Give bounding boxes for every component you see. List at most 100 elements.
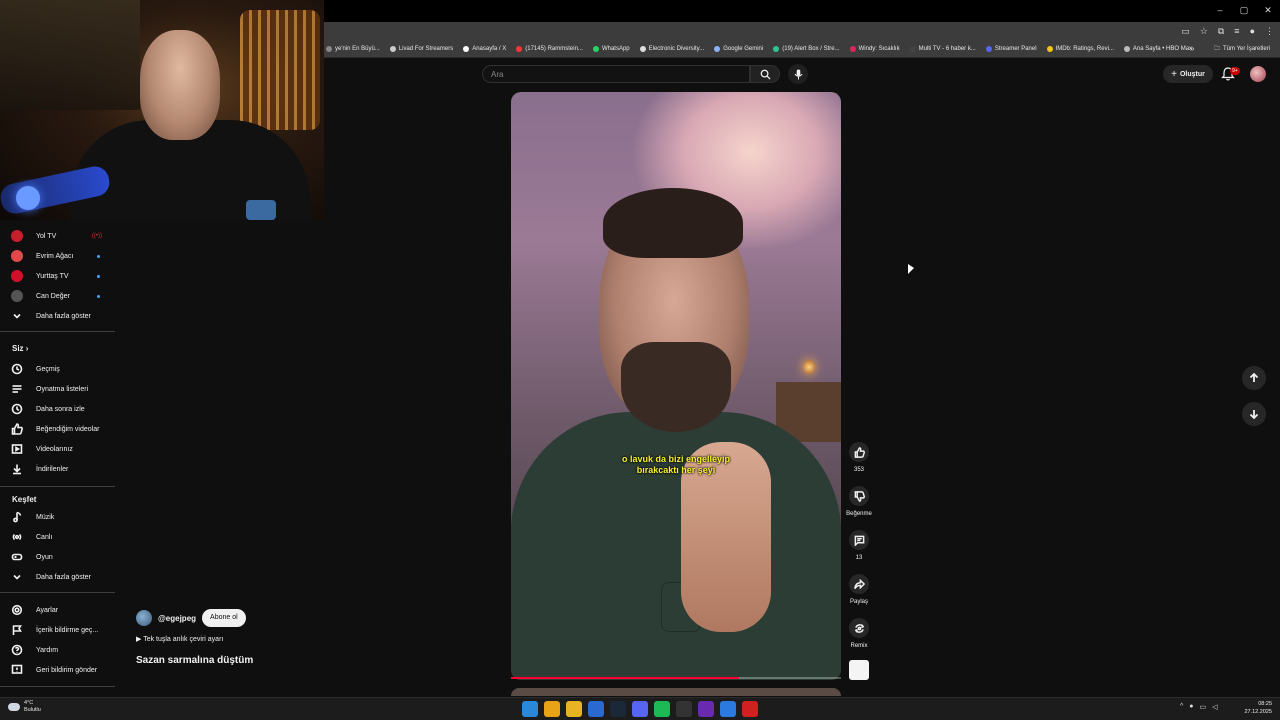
taskbar-app-blue-icon[interactable] [588,701,604,717]
taskbar-app-blue-2-icon[interactable] [720,701,736,717]
bookmark-item[interactable]: Streamer Panel [985,46,1037,52]
menu-icon[interactable]: ⋮ [1265,25,1274,37]
weather-widget[interactable]: 4°C Bulutlu [8,700,41,714]
bookmark-item[interactable]: Anasayfa / X [463,46,506,52]
bookmark-label: Streamer Panel [994,46,1037,52]
dislike-action[interactable]: Beğenme [846,486,872,517]
next-short-button[interactable] [1242,402,1266,426]
search-input[interactable]: Ara [482,65,750,83]
like-action[interactable]: 353 [847,442,871,473]
sidebar-item[interactable]: İçerik bildirme geç... [10,620,120,640]
star-icon[interactable]: ☆ [1200,25,1208,37]
tray-mic-icon[interactable]: ● [1189,703,1193,711]
minimize-button[interactable]: – [1208,0,1232,20]
sidebar-item[interactable]: Yurttaş TV [10,266,120,286]
comments-button[interactable] [849,530,869,550]
short-title[interactable]: Sazan sarmalına düştüm [136,655,253,666]
taskbar-chrome-icon[interactable] [544,701,560,717]
account-avatar[interactable] [1250,66,1266,82]
sidebar-item[interactable]: Geçmiş [10,359,120,379]
extensions-icon[interactable]: ⧉ [1218,25,1224,37]
bookmark-label: WhatsApp [601,46,630,52]
taskbar-clock[interactable]: 08:25 27.12.2025 [1238,700,1272,716]
bookmark-item[interactable]: Livad For Streamers [389,46,453,52]
sidebar-item[interactable]: Canlı [10,527,120,547]
voice-search-button[interactable] [788,64,808,84]
taskbar-spotify-icon[interactable] [654,701,670,717]
bookmark-item[interactable]: Windy: Sıcaklık [849,46,900,52]
bookmark-item[interactable]: Electronic Diversity... [639,46,704,52]
bookmark-item[interactable]: ye'nin En Büyü... [326,46,380,52]
sidebar-item-label: İçerik bildirme geç... [36,626,99,634]
search-button[interactable] [750,65,780,83]
taskbar-recorder-icon[interactable] [742,701,758,717]
bookmark-favicon-icon [326,46,332,52]
tray-overflow-icon[interactable]: ^ [1180,703,1183,711]
sidebar-item[interactable]: İndirilenler [10,459,120,479]
tray-volume-icon[interactable]: ◁ [1212,703,1217,711]
channel-avatar[interactable] [136,610,152,626]
all-bookmarks-button[interactable]: 🗀 Tüm Yer İşaretleri [1214,40,1270,58]
close-button[interactable]: ✕ [1256,0,1280,20]
share-button[interactable] [849,574,869,594]
sidebar-item[interactable]: Müzik [10,507,120,527]
sidebar-item[interactable]: Daha fazla göster [10,567,120,587]
live-icon [10,530,24,544]
taskbar-kick-icon[interactable] [698,701,714,717]
tray-network-icon[interactable]: ▭ [1200,703,1207,711]
sidebar-item[interactable]: Daha fazla göster [10,306,120,326]
previous-short-button[interactable] [1242,366,1266,390]
comment-icon [854,535,864,546]
cast-icon[interactable]: ▭ [1181,25,1190,37]
sidebar-item[interactable]: Evrim Ağacı [10,246,120,266]
taskbar-calculator-icon[interactable] [676,701,692,717]
bookmark-item[interactable]: WhatsApp [592,46,630,52]
bookmark-item[interactable]: Ana Sayfa • HBO Max [1123,46,1192,52]
share-action[interactable]: Paylaş [847,574,871,605]
sidebar-item[interactable]: Daha sonra izle [10,399,120,419]
taskbar-explorer-icon[interactable] [566,701,582,717]
bookmark-item[interactable]: (19) Alert Box / Stre... [773,46,840,52]
taskbar-steam-icon[interactable] [610,701,626,717]
sidebar-item[interactable]: Beğendiğim videolar [10,419,120,439]
media-icon[interactable]: ≡ [1234,25,1239,37]
like-button[interactable] [849,442,869,462]
taskbar-discord-icon[interactable] [632,701,648,717]
sidebar-item[interactable]: Videolarınız [10,439,120,459]
search-placeholder: Ara [491,70,504,79]
bookmarks-more-button[interactable]: » [1190,44,1194,53]
bookmark-label: (17145) Rammstein... [525,46,583,52]
subscribe-button[interactable]: Abone ol [202,609,246,627]
arrow-down-icon [1249,410,1259,419]
sidebar-item[interactable]: Geri bildirim gönder [10,660,120,680]
create-button[interactable]: + Oluştur [1163,65,1213,83]
translate-link[interactable]: ▶ Tek tuşla anlık çeviri ayarı [136,635,223,643]
bookmark-item[interactable]: Google Gemini [714,46,763,52]
taskbar-start-icon[interactable] [522,701,538,717]
video-progress-bar[interactable] [511,677,841,679]
bookmark-item[interactable]: Multi TV - 6 haber k... [909,46,976,52]
sidebar-item[interactable]: Yol TV ((•)) [10,226,120,246]
short-video-player[interactable]: o lavuk da bizi engelleyip bırakcaktı he… [511,92,841,680]
sidebar-divider [0,486,115,487]
explore-heading: Keşfet [12,495,37,504]
downloads-icon [10,462,24,476]
history-icon [10,362,24,376]
remix-action[interactable]: Remix [847,618,871,649]
you-heading[interactable]: Siz › [12,344,28,353]
bookmark-item[interactable]: IMDb: Ratings, Revi... [1046,46,1114,52]
maximize-button[interactable]: ▢ [1232,0,1256,20]
bookmark-item[interactable]: (17145) Rammstein... [516,46,583,52]
dislike-button[interactable] [849,486,869,506]
chevron-down-icon [10,570,24,584]
sidebar-item[interactable]: Oyun [10,547,120,567]
sidebar-item[interactable]: Yardım [10,640,120,660]
remix-button[interactable] [849,618,869,638]
comments-action[interactable]: 13 [847,530,871,561]
profile-icon[interactable]: ● [1250,25,1255,37]
sidebar-item[interactable]: Ayarlar [10,600,120,620]
channel-name[interactable]: @egejpeg [158,614,196,623]
sidebar-item[interactable]: Can Değer [10,286,120,306]
music-thumbnail[interactable] [849,660,869,680]
sidebar-item[interactable]: Oynatma listeleri [10,379,120,399]
